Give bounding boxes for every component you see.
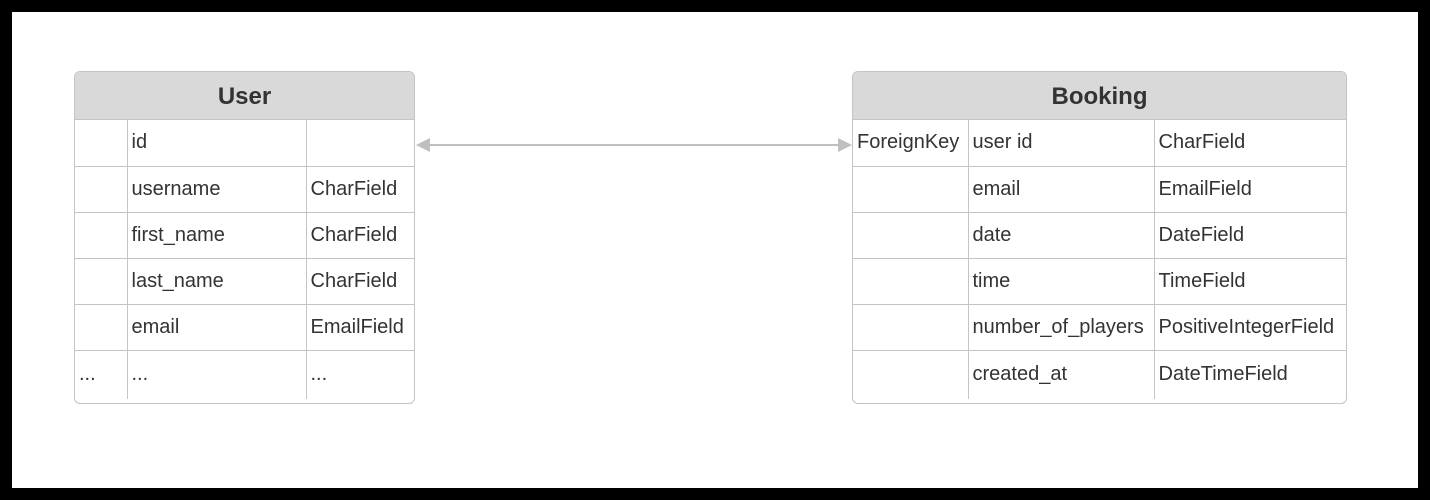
- arrowhead-right-icon: [838, 138, 852, 152]
- diagram-canvas: User id username CharField first_name CharFi…: [12, 12, 1418, 488]
- arrowhead-left-icon: [416, 138, 430, 152]
- relationship-connector: [416, 138, 852, 152]
